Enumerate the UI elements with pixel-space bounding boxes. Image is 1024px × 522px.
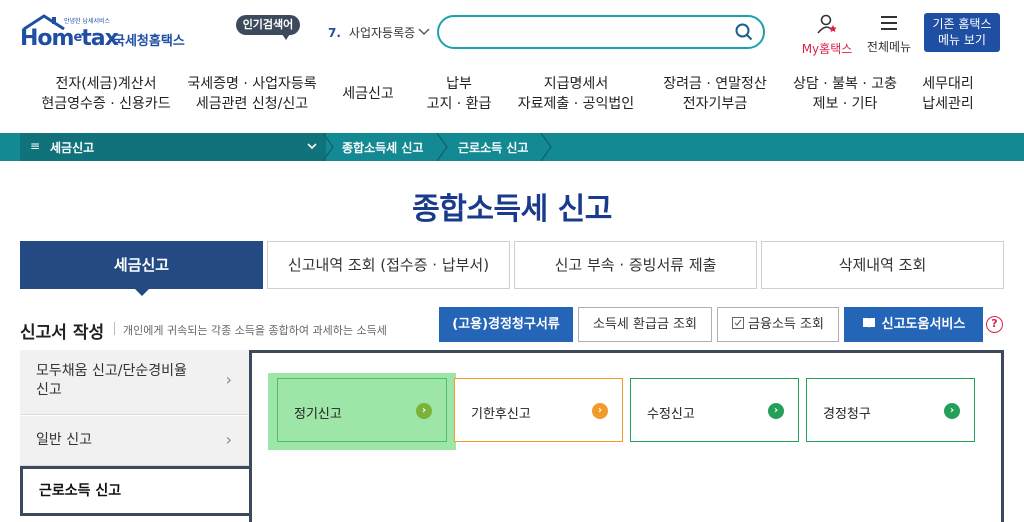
tab-return-history[interactable]: 신고내역 조회 (접수증 · 납부서) <box>267 241 510 289</box>
chevron-right-icon: › <box>225 370 232 389</box>
old-hometax-button[interactable]: 기존 홈택스 메뉴 보기 <box>924 13 1000 52</box>
popular-search-badge: 인기검색어 <box>236 15 300 40</box>
side-item-simple-return[interactable]: 모두채움 신고/단순경비율 신고 › <box>20 350 250 415</box>
help-service-button[interactable]: 신고도움서비스 <box>844 307 983 342</box>
old-hometax-line2: 메뉴 보기 <box>938 33 986 47</box>
side-item-general-return[interactable]: 일반 신고 › <box>20 416 250 466</box>
gnb-item-einvoice[interactable]: 전자(세금)계산서 현금영수증 · 신용카드 <box>38 74 174 114</box>
refund-lookup-button[interactable]: 소득세 환급금 조회 <box>578 307 712 342</box>
side-item-label: 모두채움 신고/단순경비율 <box>36 363 187 379</box>
tab-tax-return[interactable]: 세금신고 <box>20 241 263 296</box>
claim-docs-button[interactable]: (고용)경정청구서류 <box>439 307 573 342</box>
top-header: 안녕한 납세서비스 Hometax 국세청홈택스 인기검색어 7. 사업자등록증 … <box>0 0 1024 66</box>
section-divider <box>114 322 115 335</box>
search-icon[interactable] <box>735 23 753 41</box>
regular-return-button[interactable]: 정기신고 › <box>277 378 447 442</box>
finance-income-button[interactable]: 금융소득 조회 <box>717 307 839 342</box>
help-icon[interactable]: ? <box>986 316 1003 333</box>
arrow-right-icon: › <box>944 403 960 419</box>
gnb-item-certificate[interactable]: 국세증명 · 사업자등록 세금관련 신청/신고 <box>186 74 318 114</box>
hometax-logo[interactable]: 안녕한 납세서비스 Hometax 국세청홈택스 <box>20 14 190 54</box>
logo-tagline: 안녕한 납세서비스 <box>64 18 111 25</box>
option-label: 기한후신고 <box>471 407 531 422</box>
chevron-down-icon[interactable] <box>306 138 318 156</box>
checkbox-icon <box>732 317 745 329</box>
amended-return-button[interactable]: 수정신고 › <box>630 378 799 442</box>
option-label: 경정청구 <box>823 407 871 422</box>
search-input[interactable] <box>437 15 765 49</box>
popular-search-term[interactable]: 7. 사업자등록증 <box>328 24 415 41</box>
breadcrumb-level1[interactable]: 세금신고 <box>50 139 94 156</box>
late-return-button[interactable]: 기한후신고 › <box>454 378 623 442</box>
side-item-label: 일반 신고 <box>36 432 92 448</box>
menu-icon[interactable]: ≡ <box>30 139 40 153</box>
logo-korean-name: 국세청홈택스 <box>113 34 185 49</box>
breadcrumb-separator-icon <box>540 133 552 161</box>
breadcrumb-separator-icon <box>436 133 448 161</box>
arrow-right-icon: › <box>592 403 608 419</box>
mytax-button[interactable]: My홈택스 <box>800 14 854 57</box>
side-menu: 모두채움 신고/단순경비율 신고 › 일반 신고 › 근로소득 신고 <box>20 350 250 522</box>
gnb-item-incentive[interactable]: 장려금 · 연말정산 전자기부금 <box>658 74 772 114</box>
logo-wordmark: Hometax <box>20 26 119 51</box>
side-item-label: 신고 <box>36 382 62 398</box>
option-label: 수정신고 <box>647 407 695 422</box>
page-title: 종합소득세 신고 <box>412 192 612 227</box>
all-menu-button[interactable]: 전체메뉴 <box>864 14 914 55</box>
breadcrumb-level3[interactable]: 근로소득 신고 <box>458 139 528 156</box>
breadcrumb-separator-icon <box>322 133 334 161</box>
mytax-label: My홈택스 <box>801 42 853 56</box>
chevron-down-icon[interactable] <box>418 22 430 42</box>
gnb-item-tax-return[interactable]: 세금신고 <box>336 84 400 104</box>
all-menu-label: 전체메뉴 <box>866 40 912 54</box>
section-description: 개인에게 귀속되는 각종 소득을 종합하여 과세하는 소득세 <box>123 324 387 337</box>
section-title: 신고서 작성 <box>20 323 105 343</box>
arrow-right-icon: › <box>416 403 432 419</box>
gnb-item-payment[interactable]: 납부 고지 · 환급 <box>421 74 497 114</box>
tab-deleted-history[interactable]: 삭제내역 조회 <box>761 241 1004 289</box>
old-hometax-line1: 기존 홈택스 <box>932 17 992 31</box>
breadcrumb-level2[interactable]: 종합소득세 신고 <box>342 139 423 156</box>
side-item-earned-income[interactable]: 근로소득 신고 <box>20 466 250 516</box>
refund-claim-button[interactable]: 경정청구 › <box>806 378 975 442</box>
gnb-item-payment-statement[interactable]: 지급명세서 자료제출 · 공익법인 <box>516 74 636 114</box>
hamburger-icon <box>881 16 897 30</box>
global-nav: 전자(세금)계산서 현금영수증 · 신용카드 국세증명 · 사업자등록 세금관련 신… <box>0 74 1024 122</box>
user-icon <box>817 14 837 34</box>
option-label: 정기신고 <box>294 407 342 422</box>
breadcrumb: ≡ 세금신고 종합소득세 신고 근로소득 신고 <box>0 133 1024 161</box>
side-item-label: 근로소득 신고 <box>39 483 122 499</box>
gnb-item-tax-agent[interactable]: 세무대리 납세관리 <box>912 74 984 114</box>
book-icon <box>862 318 875 328</box>
tab-attachments[interactable]: 신고 부속 · 증빙서류 제출 <box>514 241 757 289</box>
arrow-right-icon: › <box>768 403 784 419</box>
chevron-right-icon: › <box>225 430 232 449</box>
gnb-item-consult[interactable]: 상담 · 불복 · 고충 제보 · 기타 <box>790 74 900 114</box>
